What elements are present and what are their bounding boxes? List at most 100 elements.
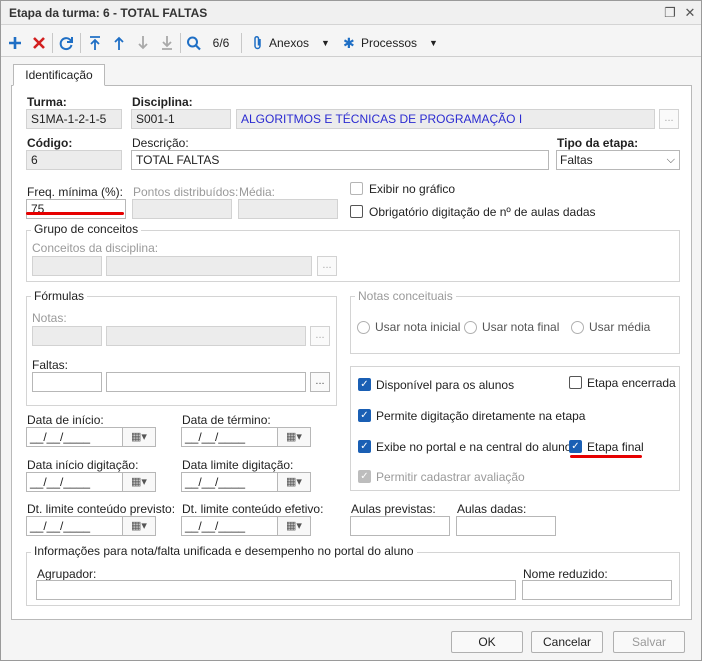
toolbar-separator	[52, 33, 53, 53]
freq-minima-field[interactable]: 75	[26, 199, 126, 219]
formula-notas-lookup-button[interactable]: ...	[310, 326, 330, 346]
formula-faltas-code-field[interactable]	[32, 372, 102, 392]
disciplina-label: Disciplina:	[132, 95, 193, 109]
disciplina-name-field: ALGORITMOS E TÉCNICAS DE PROGRAMAÇÃO I	[236, 109, 655, 129]
tipo-etapa-select[interactable]: Faltas ⌵	[556, 150, 680, 170]
etapa-encerrada-checkbox[interactable]	[569, 376, 582, 389]
anexos-label: Anexos	[269, 36, 310, 50]
formulas-title: Fórmulas	[31, 289, 88, 303]
first-icon[interactable]	[87, 33, 103, 53]
permite-digitacao-checkbox[interactable]: ✓	[358, 409, 371, 422]
close-icon[interactable]: ✕	[681, 4, 699, 22]
tipo-etapa-value: Faltas	[560, 153, 593, 167]
plus-icon[interactable]	[7, 33, 23, 53]
etapa-encerrada-label: Etapa encerrada	[587, 376, 676, 390]
formula-faltas-label: Faltas:	[32, 358, 69, 372]
toolbar-separator	[241, 33, 242, 53]
delete-icon[interactable]	[31, 33, 47, 53]
processos-label: Processos	[361, 36, 418, 50]
agrupador-field[interactable]	[36, 580, 516, 600]
aulas-previstas-field[interactable]	[350, 516, 450, 536]
aulas-dadas-label: Aulas dadas:	[457, 502, 527, 516]
exibir-grafico-label: Exibir no gráfico	[369, 182, 456, 196]
dt-limite-efetivo-label: Dt. limite conteúdo efetivo:	[182, 502, 324, 516]
conceitos-code-field[interactable]	[32, 256, 102, 276]
agrupador-label: Agrupador:	[37, 567, 97, 581]
refresh-icon[interactable]	[57, 33, 75, 53]
exibe-portal-checkbox[interactable]: ✓	[358, 440, 371, 453]
conceitos-lookup-button[interactable]: ...	[317, 256, 337, 276]
dt-limite-efetivo-input[interactable]: __/__/____	[181, 516, 278, 536]
usar-nota-final-radio[interactable]	[464, 321, 477, 334]
gear-icon: ✱	[343, 35, 355, 51]
notas-conceituais-title: Notas conceituais	[355, 289, 456, 303]
data-inicio-input[interactable]: __/__/____	[26, 427, 123, 447]
usar-media-label: Usar média	[589, 320, 651, 334]
search-icon[interactable]	[185, 33, 203, 53]
grupo-conceitos-title: Grupo de conceitos	[31, 222, 142, 236]
calendar-icon[interactable]: ▦▾	[277, 427, 311, 447]
media-field[interactable]	[238, 199, 338, 219]
disponivel-alunos-checkbox[interactable]: ✓	[358, 378, 371, 391]
last-icon[interactable]	[159, 33, 175, 53]
informacoes-title: Informações para nota/falta unificada e …	[31, 544, 417, 558]
next-icon[interactable]	[135, 33, 151, 53]
calendar-icon[interactable]: ▦▾	[122, 472, 156, 492]
codigo-field[interactable]: 6	[26, 150, 122, 170]
data-limite-digitacao-input[interactable]: __/__/____	[181, 472, 278, 492]
descricao-label: Descrição:	[132, 136, 189, 150]
save-button[interactable]: Salvar	[613, 631, 685, 653]
codigo-label: Código:	[27, 136, 73, 150]
aulas-previstas-label: Aulas previstas:	[351, 502, 436, 516]
data-inicio-digitacao-input[interactable]: __/__/____	[26, 472, 123, 492]
data-termino-input[interactable]: __/__/____	[181, 427, 278, 447]
cancel-button[interactable]: Cancelar	[531, 631, 603, 653]
anexos-button[interactable]: Anexos ▼	[251, 33, 337, 53]
etapa-final-highlight	[570, 455, 642, 458]
calendar-icon[interactable]: ▦▾	[122, 427, 156, 447]
chevron-down-icon: ⌵	[666, 154, 675, 166]
toolbar-separator	[80, 33, 81, 53]
caret-down-icon: ▼	[321, 38, 330, 48]
disciplina-code-field[interactable]: S001-1	[131, 109, 231, 129]
obrigatorio-aulas-checkbox[interactable]	[350, 205, 363, 218]
tab-panel: Turma: S1MA-1-2-1-5 Disciplina: S001-1 A…	[11, 86, 692, 620]
calendar-icon[interactable]: ▦▾	[122, 516, 156, 536]
disciplina-lookup-button[interactable]: ...	[659, 109, 679, 129]
dialog-window: Etapa da turma: 6 - TOTAL FALTAS ❐ ✕ 6/6…	[0, 0, 702, 661]
record-counter: 6/6	[212, 36, 230, 50]
permitir-avaliacao-checkbox[interactable]: ✓	[358, 470, 371, 483]
descricao-field[interactable]: TOTAL FALTAS	[131, 150, 549, 170]
previous-icon[interactable]	[111, 33, 127, 53]
formula-faltas-lookup-button[interactable]: ...	[310, 372, 330, 392]
exibir-grafico-checkbox[interactable]	[350, 182, 363, 195]
aulas-dadas-field[interactable]	[456, 516, 556, 536]
usar-nota-final-label: Usar nota final	[482, 320, 560, 334]
calendar-icon[interactable]: ▦▾	[277, 516, 311, 536]
data-inicio-label: Data de início:	[27, 413, 104, 427]
permite-digitacao-label: Permite digitação diretamente na etapa	[376, 409, 586, 423]
usar-media-radio[interactable]	[571, 321, 584, 334]
calendar-icon[interactable]: ▦▾	[277, 472, 311, 492]
tipo-etapa-label: Tipo da etapa:	[557, 136, 639, 150]
pontos-distribuidos-field[interactable]	[132, 199, 232, 219]
obrigatorio-aulas-label: Obrigatório digitação de nº de aulas dad…	[369, 205, 596, 219]
freq-minima-highlight	[26, 212, 124, 215]
nome-reduzido-field[interactable]	[522, 580, 672, 600]
usar-nota-inicial-label: Usar nota inicial	[375, 320, 461, 334]
exibe-portal-label: Exibe no portal e na central do aluno	[376, 440, 572, 454]
turma-field[interactable]: S1MA-1-2-1-5	[26, 109, 122, 129]
freq-minima-label: Freq. mínima (%):	[27, 185, 124, 199]
usar-nota-inicial-radio[interactable]	[357, 321, 370, 334]
tab-identificacao[interactable]: Identificação	[13, 64, 105, 86]
formula-notas-code-field[interactable]	[32, 326, 102, 346]
dt-limite-previsto-input[interactable]: __/__/____	[26, 516, 123, 536]
data-termino-label: Data de término:	[182, 413, 271, 427]
ok-button[interactable]: OK	[451, 631, 523, 653]
formula-notas-label: Notas:	[32, 311, 67, 325]
restore-icon[interactable]: ❐	[661, 4, 679, 22]
conceitos-name-field	[106, 256, 312, 276]
pontos-distribuidos-label: Pontos distribuídos:	[133, 185, 239, 199]
processos-button[interactable]: ✱ Processos ▼	[343, 33, 441, 53]
etapa-final-checkbox[interactable]: ✓	[569, 440, 582, 453]
